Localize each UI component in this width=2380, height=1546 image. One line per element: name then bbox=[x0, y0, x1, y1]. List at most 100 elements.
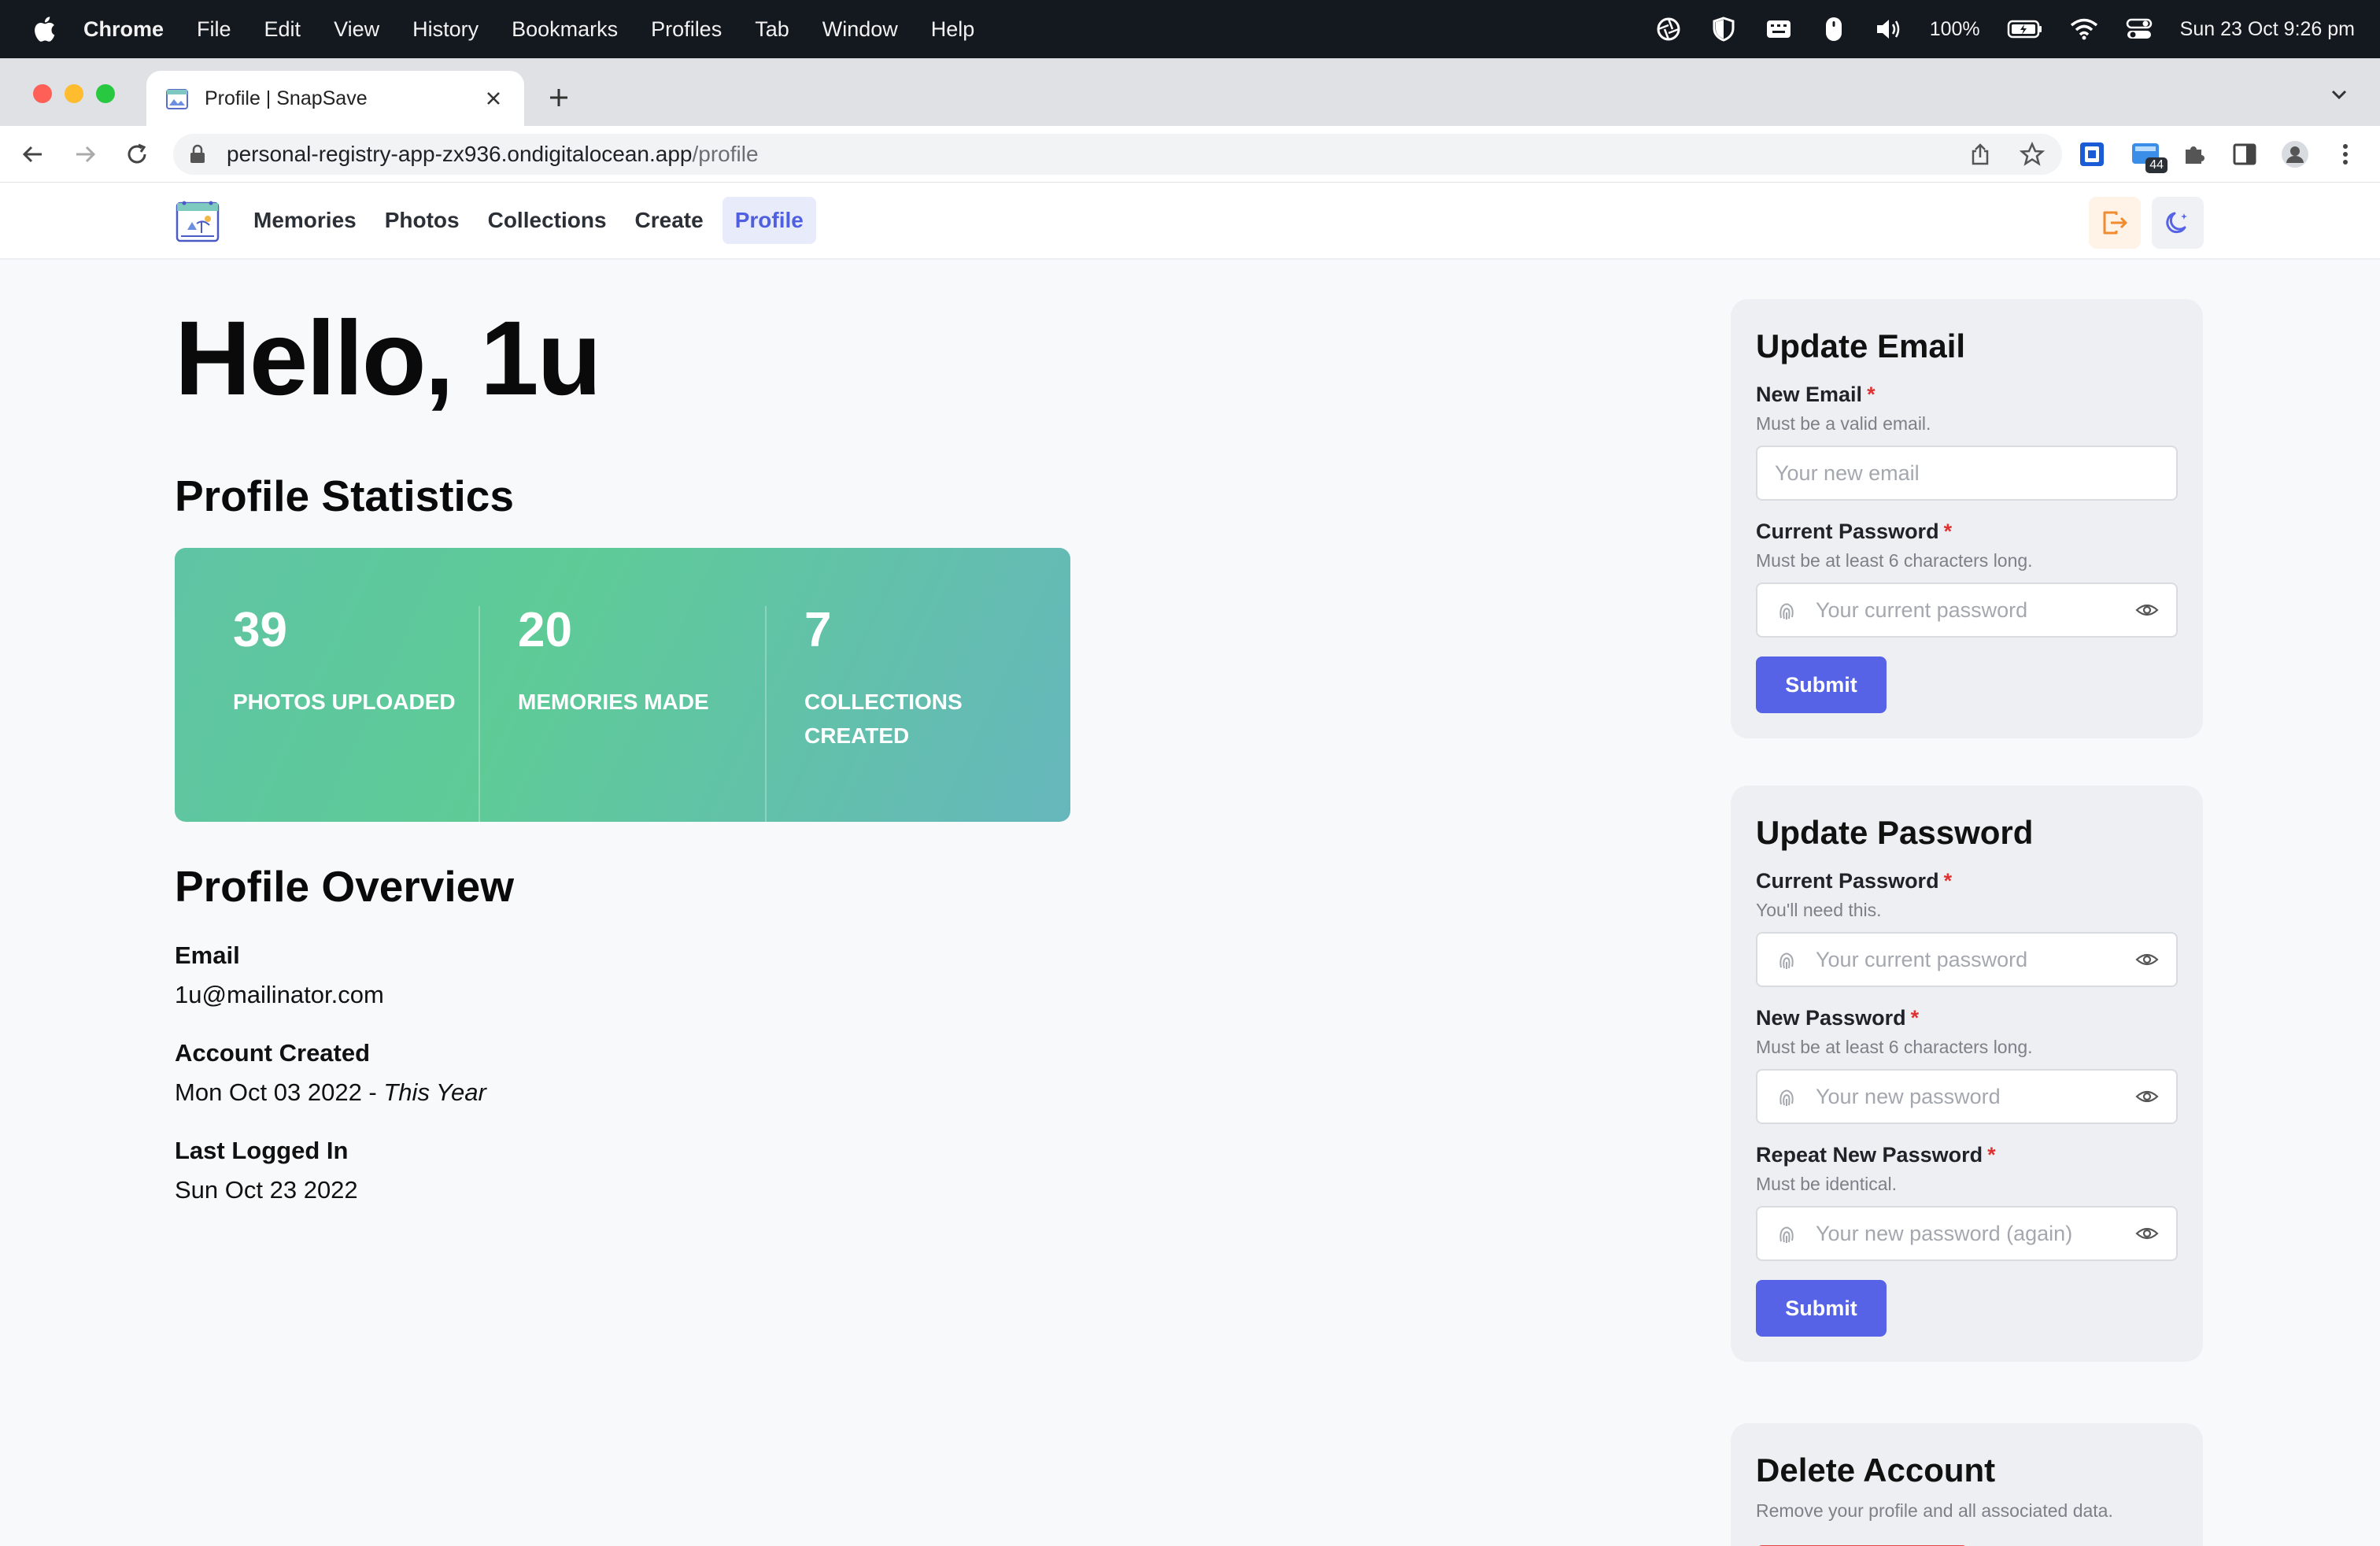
browser-tab-active[interactable]: Profile | SnapSave bbox=[146, 71, 524, 126]
account-created-value: Mon Oct 03 2022 - This Year bbox=[175, 1078, 486, 1107]
delete-account-subtitle: Remove your profile and all associated d… bbox=[1756, 1500, 2113, 1521]
required-asterisk: * bbox=[1867, 383, 1876, 406]
repeat-password-placeholder: Your new password (again) bbox=[1816, 1221, 2073, 1245]
fingerprint-icon bbox=[1779, 603, 1794, 620]
window-close-button[interactable] bbox=[33, 84, 52, 103]
bookmark-star-icon[interactable] bbox=[2018, 140, 2046, 168]
update-password-submit-button[interactable]: Submit bbox=[1756, 1280, 1887, 1337]
menu-profiles[interactable]: Profiles bbox=[651, 17, 722, 42]
new-password-label-text: New Password bbox=[1756, 1006, 1906, 1030]
nav-create[interactable]: Create bbox=[626, 197, 713, 244]
side-panel-icon[interactable] bbox=[2227, 137, 2262, 172]
back-arrow-icon[interactable] bbox=[17, 139, 49, 170]
extension-screen-icon[interactable]: 44 bbox=[2128, 137, 2168, 173]
clock[interactable]: Sun 23 Oct 9:26 pm bbox=[2180, 18, 2355, 41]
repeat-password-field-group: Repeat New Password * Must be identical. … bbox=[1756, 1143, 2178, 1261]
new-password-input[interactable]: Your new password bbox=[1756, 1069, 2178, 1124]
fingerprint-icon bbox=[1779, 1089, 1794, 1106]
new-tab-plus-icon[interactable] bbox=[543, 82, 575, 113]
menu-tab[interactable]: Tab bbox=[755, 17, 789, 42]
window-minimize-button[interactable] bbox=[65, 84, 83, 103]
window-zoom-button[interactable] bbox=[96, 84, 115, 103]
new-password-field-group: New Password * Must be at least 6 charact… bbox=[1756, 1006, 2178, 1124]
keyboard-icon[interactable] bbox=[1765, 15, 1793, 43]
shield-icon[interactable] bbox=[1709, 15, 1738, 43]
tab-title: Profile | SnapSave bbox=[205, 87, 368, 109]
battery-icon[interactable] bbox=[2007, 15, 2043, 43]
nav-collections[interactable]: Collections bbox=[479, 197, 616, 244]
control-center-icon[interactable] bbox=[2125, 15, 2153, 43]
current-password-placeholder: Your current password bbox=[1816, 947, 2028, 971]
update-email-card: Update Email New Email * Must be a valid … bbox=[1731, 299, 2203, 738]
url-text[interactable]: personal-registry-app-zx936.ondigitaloce… bbox=[227, 142, 1942, 167]
menu-app-name[interactable]: Chrome bbox=[83, 17, 164, 42]
new-email-field-group: New Email * Must be a valid email. Your n… bbox=[1756, 383, 2178, 501]
last-login-value: Sun Oct 23 2022 bbox=[175, 1176, 358, 1204]
extensions-puzzle-icon[interactable] bbox=[2177, 137, 2212, 172]
current-password-field-group: Current Password * You'll need this. Your… bbox=[1756, 869, 2178, 987]
email-current-password-label-text: Current Password bbox=[1756, 520, 1939, 543]
battery-percentage: 100% bbox=[1929, 17, 1980, 40]
url-host: personal-registry-app-zx936.ondigitaloce… bbox=[227, 142, 693, 166]
menu-file[interactable]: File bbox=[197, 17, 231, 42]
menu-window[interactable]: Window bbox=[822, 17, 898, 42]
email-current-password-field-group: Current Password * Must be at least 6 cha… bbox=[1756, 520, 2178, 638]
repeat-password-hint: Must be identical. bbox=[1756, 1174, 1897, 1194]
eye-icon[interactable] bbox=[2135, 598, 2159, 622]
main-nav: Memories Photos Collections Create Profi… bbox=[244, 197, 816, 244]
stat-collections: 7 COLLECTIONS CREATED bbox=[765, 606, 985, 822]
menu-edit[interactable]: Edit bbox=[264, 17, 301, 42]
tab-close-icon[interactable] bbox=[482, 87, 505, 110]
last-login-label: Last Logged In bbox=[175, 1137, 349, 1164]
new-password-label: New Password * bbox=[1756, 1006, 2178, 1030]
current-password-input[interactable]: Your current password bbox=[1756, 932, 2178, 987]
tab-search-chevron-icon[interactable] bbox=[2328, 83, 2356, 112]
new-email-input[interactable]: Your new email bbox=[1756, 446, 2178, 501]
chrome-menu-icon[interactable] bbox=[2328, 137, 2363, 172]
theme-toggle-button[interactable] bbox=[2152, 197, 2204, 249]
nav-photos[interactable]: Photos bbox=[375, 197, 469, 244]
menu-bookmarks[interactable]: Bookmarks bbox=[512, 17, 618, 42]
update-email-heading: Update Email bbox=[1756, 327, 1966, 364]
stat-memories: 20 MEMORIES MADE bbox=[479, 606, 765, 822]
new-email-hint: Must be a valid email. bbox=[1756, 413, 1931, 434]
update-password-heading: Update Password bbox=[1756, 814, 2034, 851]
aperture-icon[interactable] bbox=[1654, 15, 1683, 43]
required-asterisk: * bbox=[1910, 1006, 1920, 1030]
repeat-password-label-text: Repeat New Password bbox=[1756, 1143, 1983, 1167]
email-current-password-input[interactable]: Your current password bbox=[1756, 583, 2178, 638]
favicon-icon bbox=[165, 87, 189, 110]
mouse-icon[interactable] bbox=[1820, 15, 1848, 43]
forward-arrow-icon[interactable] bbox=[69, 139, 101, 170]
logout-button[interactable] bbox=[2089, 197, 2141, 249]
nav-profile[interactable]: Profile bbox=[722, 197, 816, 244]
extension-bitwarden-icon[interactable] bbox=[2075, 137, 2109, 172]
new-password-placeholder: Your new password bbox=[1816, 1084, 2001, 1108]
snapsave-logo-icon[interactable] bbox=[175, 198, 220, 244]
wifi-icon[interactable] bbox=[2070, 15, 2098, 43]
lock-icon[interactable] bbox=[189, 144, 209, 165]
update-email-submit-button[interactable]: Submit bbox=[1756, 656, 1887, 713]
eye-icon[interactable] bbox=[2135, 1222, 2159, 1245]
menu-help[interactable]: Help bbox=[931, 17, 975, 42]
stat-photos-label: PHOTOS UPLOADED bbox=[233, 690, 456, 714]
new-email-placeholder: Your new email bbox=[1775, 460, 1920, 485]
repeat-password-input[interactable]: Your new password (again) bbox=[1756, 1206, 2178, 1261]
email-current-password-label: Current Password * bbox=[1756, 520, 2178, 544]
profile-avatar-icon[interactable] bbox=[2278, 137, 2312, 172]
volume-icon[interactable] bbox=[1875, 15, 1903, 43]
address-bar[interactable]: personal-registry-app-zx936.ondigitaloce… bbox=[173, 134, 2062, 175]
share-icon[interactable] bbox=[1966, 140, 1994, 168]
menu-history[interactable]: History bbox=[412, 17, 479, 42]
email-value: 1u@mailinator.com bbox=[175, 981, 384, 1008]
reload-icon[interactable] bbox=[121, 139, 153, 170]
apple-icon[interactable] bbox=[28, 13, 60, 45]
moon-icon bbox=[2166, 212, 2187, 234]
required-asterisk: * bbox=[1943, 520, 1953, 543]
stat-photos: 39 PHOTOS UPLOADED bbox=[175, 606, 479, 822]
nav-memories[interactable]: Memories bbox=[244, 197, 366, 244]
current-password-label: Current Password * bbox=[1756, 869, 2178, 893]
menu-view[interactable]: View bbox=[334, 17, 379, 42]
eye-icon[interactable] bbox=[2135, 948, 2159, 971]
eye-icon[interactable] bbox=[2135, 1085, 2159, 1108]
